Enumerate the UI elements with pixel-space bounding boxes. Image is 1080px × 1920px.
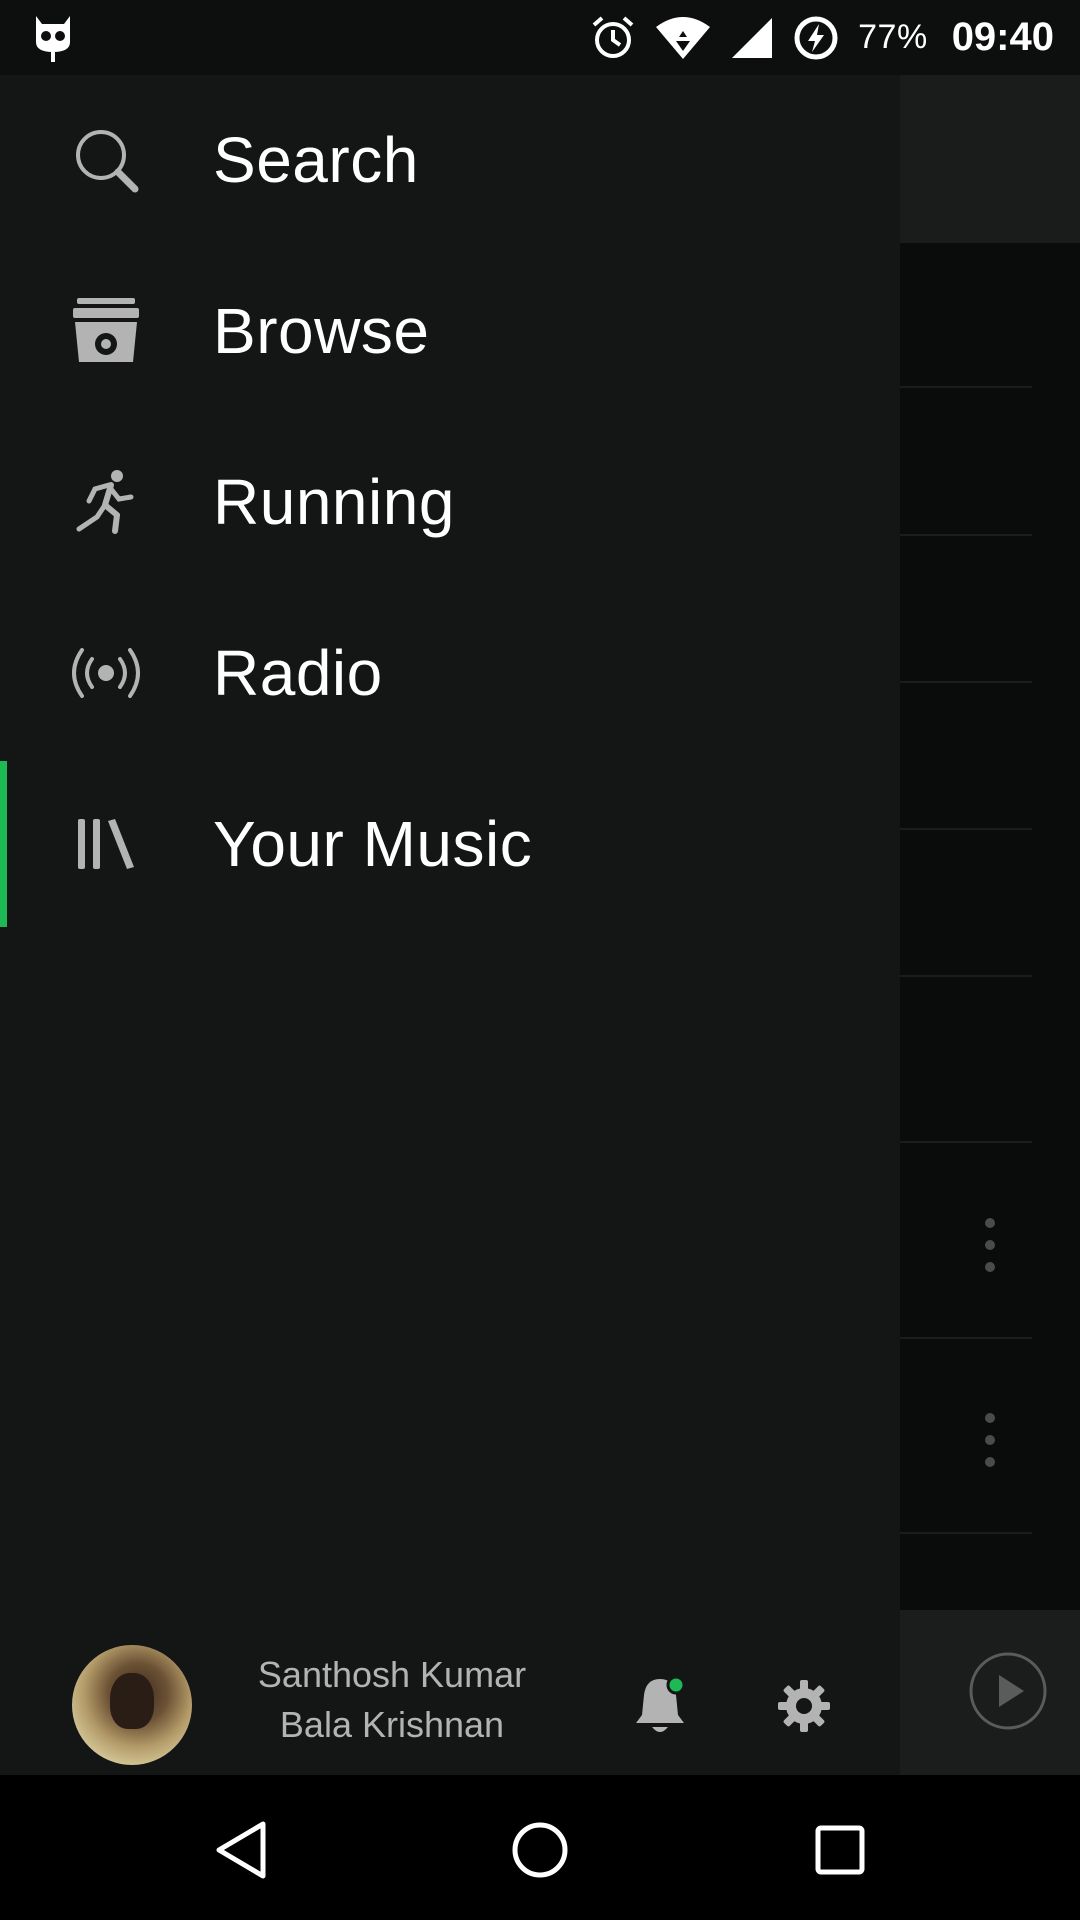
user-name-line1: Santhosh Kumar: [257, 1654, 527, 1695]
background-header: [900, 75, 1080, 243]
status-bar: 77% 09:40: [0, 0, 1080, 75]
battery-charging-icon: [794, 16, 838, 59]
cyanogen-icon: [36, 16, 70, 62]
radio-icon: [70, 637, 142, 709]
background-divider: [900, 1532, 1032, 1534]
menu-item-search[interactable]: Search: [0, 75, 900, 245]
play-icon[interactable]: [968, 1651, 1048, 1731]
home-icon: [512, 1822, 568, 1878]
more-options-icon[interactable]: [985, 1218, 997, 1284]
alarm-icon: [592, 15, 634, 58]
menu-item-your-music[interactable]: Your Music: [0, 759, 900, 929]
menu-item-label: Browse: [213, 295, 430, 367]
active-indicator: [0, 761, 7, 927]
back-icon: [216, 1821, 266, 1879]
settings-gear-icon[interactable]: [776, 1678, 832, 1734]
wifi-icon: [656, 16, 711, 59]
background-divider: [900, 975, 1032, 977]
avatar-face: [110, 1673, 154, 1729]
background-divider: [900, 828, 1032, 830]
avatar[interactable]: [72, 1645, 192, 1765]
screen: 77% 09:40 Search Browse Running Radio Yo…: [0, 0, 1080, 1920]
more-options-icon[interactable]: [985, 1413, 997, 1479]
status-right: 77% 09:40: [590, 0, 1054, 75]
menu-item-label: Radio: [213, 637, 383, 709]
user-name-line2: Bala Krishnan: [279, 1704, 505, 1745]
home-button[interactable]: [505, 1815, 575, 1885]
clock: 09:40: [951, 15, 1054, 59]
background-divider: [900, 386, 1032, 388]
drawer-footer: Santhosh Kumar Bala Krishnan: [0, 1600, 900, 1775]
battery-percent: 77%: [858, 18, 928, 56]
running-icon: [70, 466, 142, 538]
menu-item-label: Search: [213, 124, 419, 196]
system-nav-bar: [0, 1775, 1080, 1920]
background-divider: [900, 1141, 1032, 1143]
menu-item-label: Your Music: [213, 808, 533, 880]
menu-item-running[interactable]: Running: [0, 417, 900, 587]
user-name[interactable]: Santhosh Kumar Bala Krishnan: [222, 1650, 562, 1750]
recents-button[interactable]: [805, 1815, 875, 1885]
menu-item-browse[interactable]: Browse: [0, 246, 900, 416]
notifications-bell-icon[interactable]: [630, 1675, 690, 1737]
menu-item-label: Running: [213, 466, 455, 538]
library-icon: [70, 808, 142, 880]
browse-icon: [70, 295, 142, 367]
signal-icon: [732, 17, 773, 58]
background-divider: [900, 534, 1032, 536]
menu-item-radio[interactable]: Radio: [0, 588, 900, 758]
notification-dot: [666, 1675, 686, 1695]
recents-icon: [815, 1825, 865, 1875]
background-divider: [900, 681, 1032, 683]
background-divider: [900, 1337, 1032, 1339]
back-button[interactable]: [206, 1815, 276, 1885]
search-icon: [70, 124, 142, 196]
navigation-drawer: Search Browse Running Radio Your Music S…: [0, 75, 900, 1775]
